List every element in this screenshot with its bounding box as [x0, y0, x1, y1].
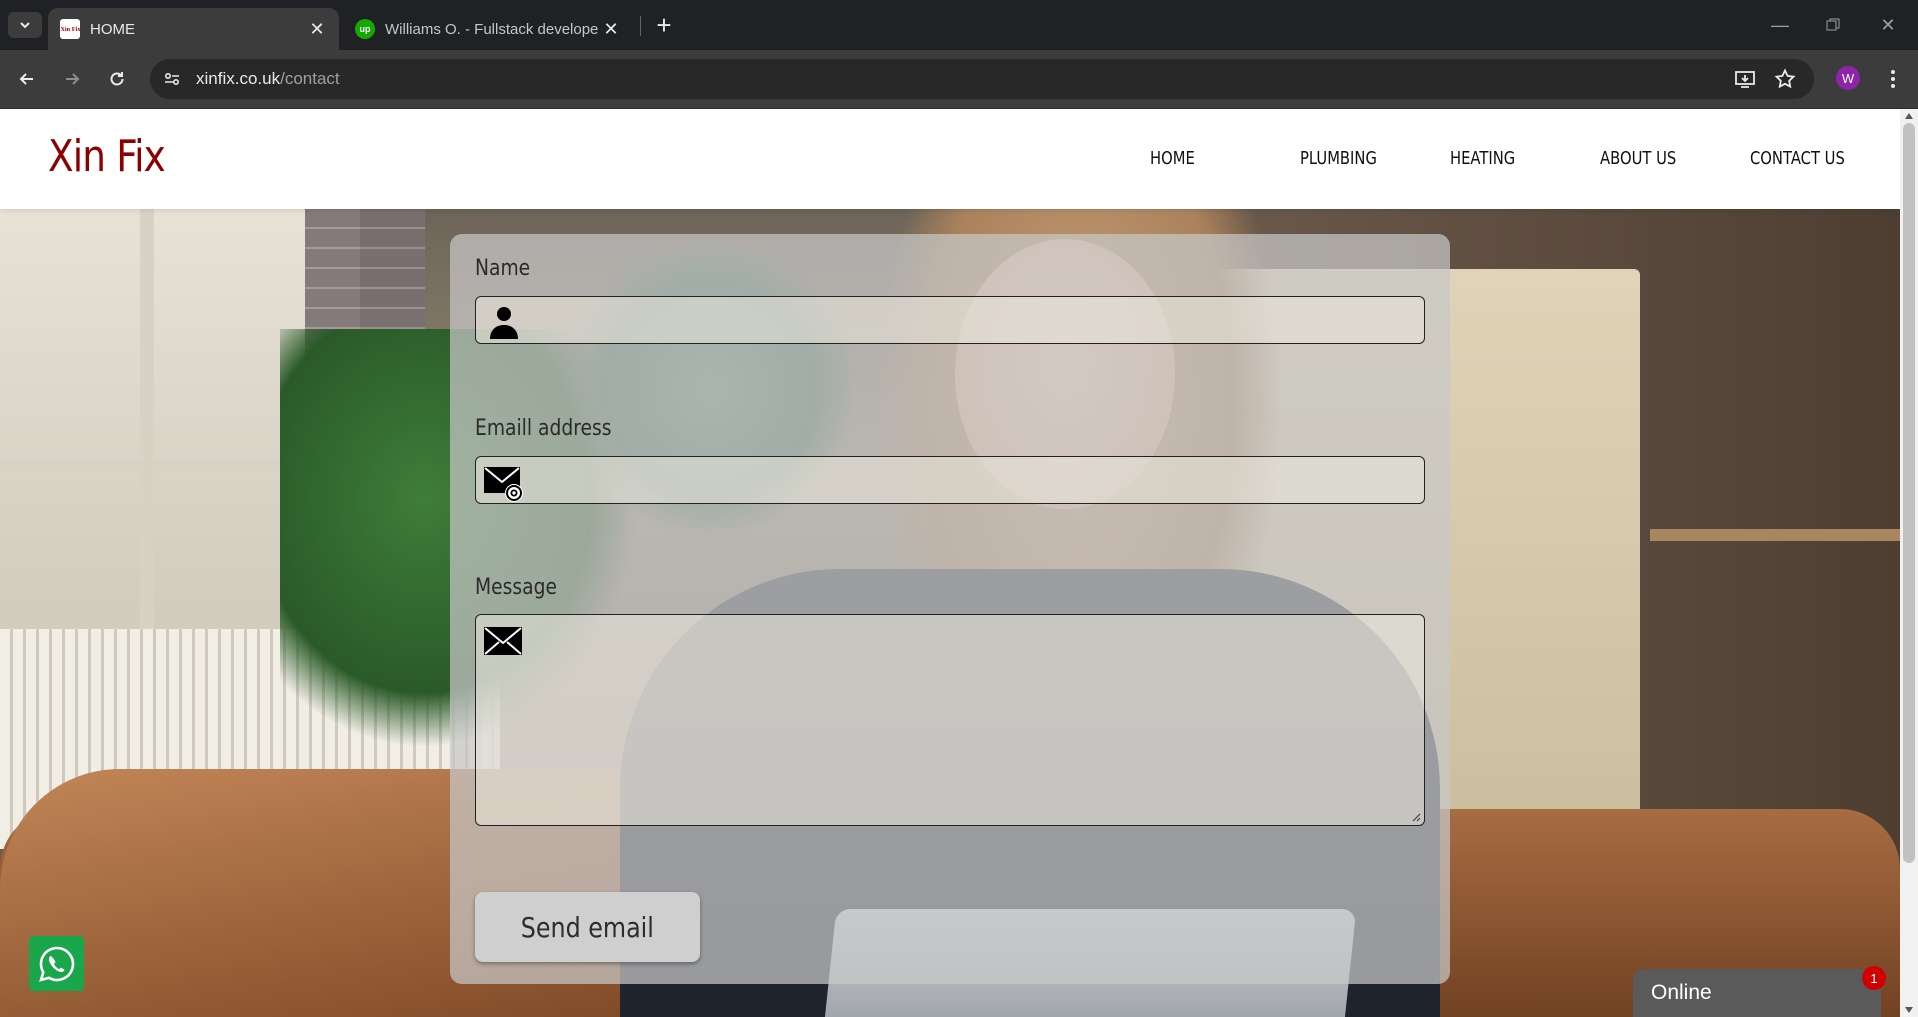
nav-heating[interactable]: HEATING [1450, 148, 1515, 169]
site-header: Xin Fix HOME PLUMBING HEATING ABOUT US C… [0, 109, 1900, 209]
name-label: Name [475, 256, 531, 281]
kebab-menu-icon[interactable] [1878, 64, 1908, 94]
web-page: Xin Fix HOME PLUMBING HEATING ABOUT US C… [0, 109, 1900, 1017]
site-settings-icon[interactable] [162, 69, 182, 89]
url-text: xinfix.co.uk/contact [196, 69, 340, 89]
whatsapp-button[interactable] [29, 936, 84, 991]
email-label: Emaill address [475, 416, 612, 441]
profile-avatar[interactable]: W [1836, 66, 1860, 90]
favicon-text: up [359, 24, 371, 34]
browser-tab-strip: Xin Fix HOME ✕ up Williams O. - Fullstac… [0, 0, 1918, 50]
new-tab-icon[interactable]: + [650, 10, 678, 40]
name-input[interactable] [531, 301, 1414, 339]
close-window-icon[interactable]: ✕ [1868, 10, 1908, 40]
email-at-icon [484, 467, 523, 502]
whatsapp-icon [38, 946, 74, 982]
scroll-down-icon[interactable] [1905, 1007, 1913, 1013]
url-domain: xinfix.co.uk [196, 69, 281, 88]
send-email-label: Send email [520, 910, 655, 944]
tab-home[interactable]: Xin Fix HOME ✕ [48, 8, 339, 50]
scroll-up-icon[interactable] [1905, 113, 1913, 119]
address-bar[interactable]: xinfix.co.uk/contact [150, 59, 1814, 99]
online-chat-widget[interactable]: Online [1633, 969, 1881, 1017]
nav-about-us[interactable]: ABOUT US [1600, 148, 1676, 169]
bookmark-star-icon[interactable] [1770, 64, 1800, 94]
chevron-down-icon [20, 22, 30, 29]
chat-notification-badge: 1 [1862, 966, 1886, 990]
site-logo[interactable]: Xin Fix [48, 131, 166, 182]
nav-home[interactable]: HOME [1150, 148, 1195, 169]
contact-form: Name Emaill address Message Send email [450, 234, 1450, 984]
close-icon[interactable]: ✕ [307, 19, 327, 39]
tab-title: Williams O. - Fullstack develope [385, 20, 599, 38]
name-field[interactable] [475, 296, 1425, 344]
nav-contact-us[interactable]: CONTACT US [1750, 148, 1845, 169]
email-field[interactable] [475, 456, 1425, 504]
page-scrollbar[interactable] [1900, 109, 1918, 1017]
message-input[interactable] [531, 619, 1414, 821]
nav-plumbing[interactable]: PLUMBING [1300, 148, 1377, 169]
person-icon [490, 307, 518, 339]
url-path: /contact [280, 69, 340, 88]
site-favicon: Xin Fix [60, 19, 80, 39]
envelope-icon [484, 627, 522, 655]
tab-list-button[interactable] [8, 12, 42, 38]
install-app-icon[interactable] [1730, 64, 1760, 94]
tab-divider [640, 16, 641, 36]
message-field[interactable] [475, 614, 1425, 826]
close-icon[interactable]: ✕ [601, 19, 621, 39]
wall-shelf [1650, 529, 1900, 541]
chat-status-label: Online [1651, 981, 1712, 1004]
browser-toolbar: xinfix.co.uk/contact W [0, 50, 1918, 109]
tab-upwork[interactable]: up Williams O. - Fullstack develope ✕ [343, 8, 633, 50]
scroll-thumb[interactable] [1903, 123, 1915, 863]
message-label: Message [475, 575, 557, 600]
email-input[interactable] [531, 461, 1414, 499]
restore-icon[interactable] [1813, 10, 1853, 40]
forward-arrow-icon[interactable] [57, 64, 87, 94]
tab-title: HOME [90, 20, 135, 38]
send-email-button[interactable]: Send email [475, 892, 700, 962]
reload-icon[interactable] [102, 64, 132, 94]
minimize-icon[interactable]: — [1760, 10, 1800, 40]
upwork-favicon: up [355, 19, 375, 39]
back-arrow-icon[interactable] [12, 64, 42, 94]
resize-grip-icon[interactable] [1411, 812, 1421, 822]
favicon-text: Xin Fix [59, 25, 81, 33]
